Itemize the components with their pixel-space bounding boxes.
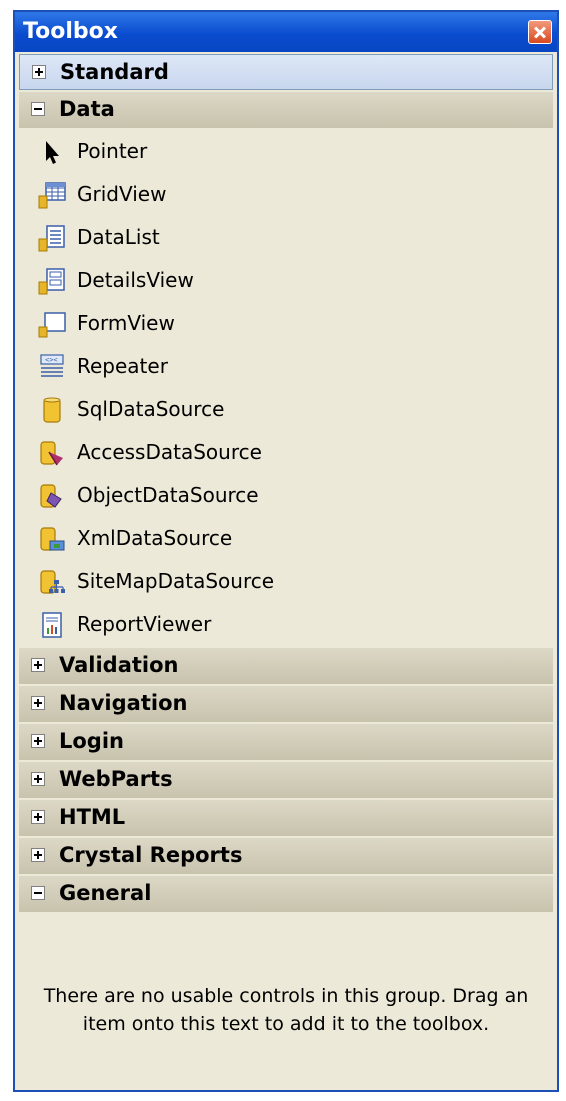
objectdatasource-icon bbox=[37, 481, 67, 511]
window-title: Toolbox bbox=[23, 19, 118, 44]
item-label: SiteMapDataSource bbox=[77, 569, 275, 593]
group-label: General bbox=[59, 881, 152, 905]
group-header-webparts[interactable]: WebParts bbox=[19, 762, 553, 798]
expand-icon[interactable] bbox=[31, 848, 45, 862]
item-label: DataList bbox=[77, 225, 160, 249]
toolbox-item-formview[interactable]: FormView bbox=[15, 302, 557, 345]
expand-icon[interactable] bbox=[31, 658, 45, 672]
group-header-general[interactable]: General bbox=[19, 876, 553, 912]
toolbox-item-datalist[interactable]: DataList bbox=[15, 216, 557, 259]
sqldatasource-icon bbox=[37, 395, 67, 425]
toolbox-item-reportviewer[interactable]: ReportViewer bbox=[15, 603, 557, 646]
accessdatasource-icon bbox=[37, 438, 67, 468]
toolbox-group-list: Standard Data Pointer GridView DataList … bbox=[15, 52, 557, 914]
toolbox-title-bar[interactable]: Toolbox bbox=[15, 12, 557, 52]
toolbox-item-detailsview[interactable]: DetailsView bbox=[15, 259, 557, 302]
xmldatasource-icon bbox=[37, 524, 67, 554]
svg-text:<><: <>< bbox=[45, 356, 58, 364]
group-label: Standard bbox=[60, 60, 169, 84]
item-label: FormView bbox=[77, 311, 175, 335]
group-header-navigation[interactable]: Navigation bbox=[19, 686, 553, 722]
toolbox-item-objectdatasource[interactable]: ObjectDataSource bbox=[15, 474, 557, 517]
close-icon[interactable] bbox=[528, 20, 552, 44]
expand-icon[interactable] bbox=[32, 65, 46, 79]
item-label: ObjectDataSource bbox=[77, 483, 259, 507]
sitemapdatasource-icon bbox=[37, 567, 67, 597]
toolbox-item-accessdatasource[interactable]: AccessDataSource bbox=[15, 431, 557, 474]
group-label: WebParts bbox=[59, 767, 173, 791]
detailsview-icon bbox=[37, 266, 67, 296]
item-label: Repeater bbox=[77, 354, 168, 378]
expand-icon[interactable] bbox=[31, 734, 45, 748]
group-header-crystal-reports[interactable]: Crystal Reports bbox=[19, 838, 553, 874]
datalist-icon bbox=[37, 223, 67, 253]
toolbox-item-xmldatasource[interactable]: XmlDataSource bbox=[15, 517, 557, 560]
item-label: ReportViewer bbox=[77, 612, 212, 636]
toolbox-item-sitemapdatasource[interactable]: SiteMapDataSource bbox=[15, 560, 557, 603]
group-header-login[interactable]: Login bbox=[19, 724, 553, 760]
group-header-validation[interactable]: Validation bbox=[19, 648, 553, 684]
item-label: Pointer bbox=[77, 139, 148, 163]
collapse-icon[interactable] bbox=[31, 102, 45, 116]
expand-icon[interactable] bbox=[31, 772, 45, 786]
toolbox-item-pointer[interactable]: Pointer bbox=[15, 130, 557, 173]
item-label: SqlDataSource bbox=[77, 397, 225, 421]
item-label: XmlDataSource bbox=[77, 526, 233, 550]
item-label: DetailsView bbox=[77, 268, 194, 292]
expand-icon[interactable] bbox=[31, 810, 45, 824]
formview-icon bbox=[37, 309, 67, 339]
gridview-icon bbox=[37, 180, 67, 210]
toolbox-window: Toolbox Standard Data Pointer GridView D… bbox=[13, 10, 559, 1092]
group-header-data[interactable]: Data bbox=[19, 92, 553, 128]
group-label: Navigation bbox=[59, 691, 188, 715]
toolbox-item-repeater[interactable]: <>< Repeater bbox=[15, 345, 557, 388]
item-label: GridView bbox=[77, 182, 167, 206]
group-label: HTML bbox=[59, 805, 126, 829]
toolbox-item-gridview[interactable]: GridView bbox=[15, 173, 557, 216]
expand-icon[interactable] bbox=[31, 696, 45, 710]
empty-group-message[interactable]: There are no usable controls in this gro… bbox=[35, 982, 537, 1038]
group-header-html[interactable]: HTML bbox=[19, 800, 553, 836]
group-label: Login bbox=[59, 729, 124, 753]
group-label: Data bbox=[59, 97, 115, 121]
group-label: Validation bbox=[59, 653, 179, 677]
collapse-icon[interactable] bbox=[31, 886, 45, 900]
group-label: Crystal Reports bbox=[59, 843, 243, 867]
toolbox-item-sqldatasource[interactable]: SqlDataSource bbox=[15, 388, 557, 431]
pointer-icon bbox=[37, 137, 67, 167]
item-label: AccessDataSource bbox=[77, 440, 262, 464]
group-header-standard[interactable]: Standard bbox=[19, 54, 553, 90]
reportviewer-icon bbox=[37, 610, 67, 640]
repeater-icon: <>< bbox=[37, 352, 67, 382]
